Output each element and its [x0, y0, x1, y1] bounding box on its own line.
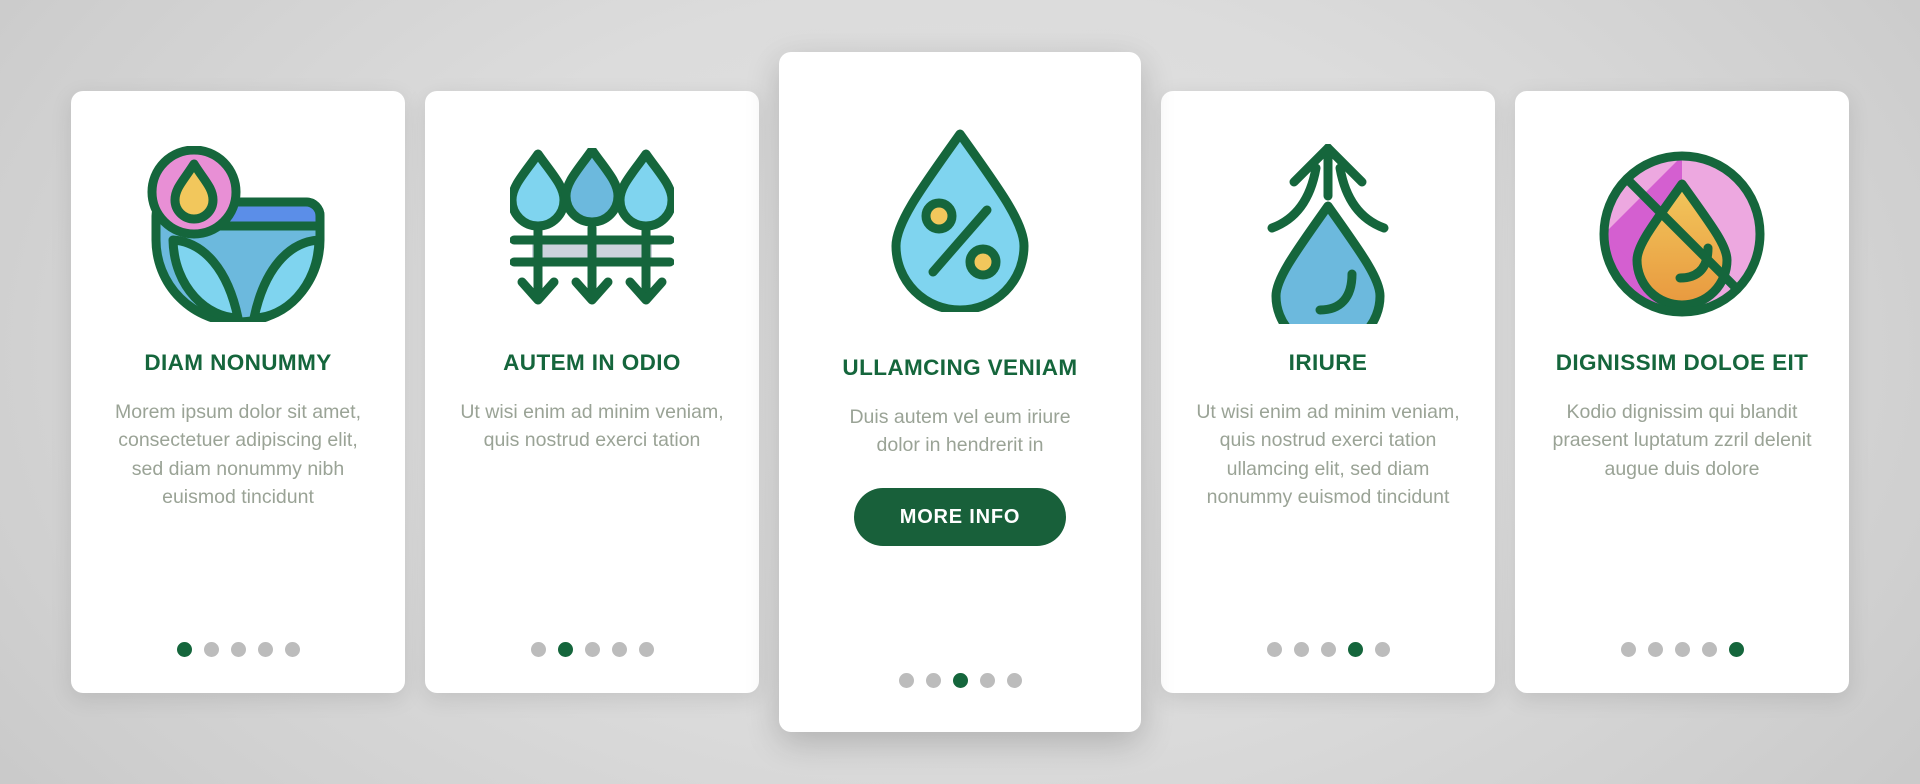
card-body-text: Kodio dignissim qui blandit praesent lup… — [1552, 401, 1812, 480]
more-info-button[interactable]: MORE INFO — [853, 487, 1067, 546]
onboarding-card-2[interactable]: AUTEM IN ODIO Ut wisi enim ad minim veni… — [425, 91, 759, 693]
drops-through-fabric-icon — [449, 119, 735, 349]
card-body-text: Duis autem vel eum iriure dolor in hendr… — [849, 406, 1071, 457]
pagination-dots — [71, 642, 405, 657]
pagination-dot-3[interactable] — [1674, 642, 1690, 657]
pagination-dot-2[interactable] — [557, 642, 573, 657]
pagination-dot-5[interactable] — [1006, 673, 1022, 688]
pagination-dots — [1515, 642, 1849, 657]
pagination-dot-3[interactable] — [1320, 642, 1336, 657]
pagination-dots — [779, 673, 1141, 688]
card-body-text: Morem ipsum dolor sit amet, consectetuer… — [115, 401, 361, 509]
pagination-dot-5[interactable] — [1374, 642, 1390, 657]
card-title: DIGNISSIM DOLOE EIT — [1555, 350, 1809, 375]
onboarding-screens-container: DIAM NONUMMY Morem ipsum dolor sit amet,… — [0, 0, 1920, 784]
card-title: IRIURE — [1288, 350, 1368, 375]
diaper-drop-icon — [95, 119, 381, 349]
pagination-dot-2[interactable] — [925, 673, 941, 688]
no-moisture-drop-icon — [1539, 119, 1825, 349]
pagination-dot-5[interactable] — [638, 642, 654, 657]
pagination-dot-1[interactable] — [1266, 642, 1282, 657]
card-title: DIAM NONUMMY — [144, 350, 332, 375]
evaporating-drop-icon — [1185, 119, 1471, 349]
pagination-dot-5[interactable] — [1728, 642, 1744, 657]
card-title: AUTEM IN ODIO — [503, 350, 681, 375]
pagination-dot-2[interactable] — [1293, 642, 1309, 657]
humidity-percent-drop-icon — [805, 86, 1115, 354]
card-title: ULLAMCING VENIAM — [842, 355, 1078, 380]
pagination-dot-4[interactable] — [1701, 642, 1717, 657]
pagination-dot-4[interactable] — [1347, 642, 1363, 657]
pagination-dot-3[interactable] — [952, 673, 968, 688]
pagination-dot-3[interactable] — [584, 642, 600, 657]
pagination-dot-4[interactable] — [611, 642, 627, 657]
onboarding-card-5[interactable]: DIGNISSIM DOLOE EIT Kodio dignissim qui … — [1515, 91, 1849, 693]
pagination-dot-1[interactable] — [1620, 642, 1636, 657]
pagination-dot-3[interactable] — [230, 642, 246, 657]
pagination-dot-1[interactable] — [176, 642, 192, 657]
pagination-dot-2[interactable] — [1647, 642, 1663, 657]
card-body-text: Ut wisi enim ad minim veniam, quis nostr… — [1196, 401, 1460, 509]
pagination-dot-4[interactable] — [979, 673, 995, 688]
pagination-dots — [425, 642, 759, 657]
pagination-dot-1[interactable] — [530, 642, 546, 657]
pagination-dot-5[interactable] — [284, 642, 300, 657]
pagination-dot-1[interactable] — [898, 673, 914, 688]
pagination-dots — [1161, 642, 1495, 657]
onboarding-card-3-featured[interactable]: ULLAMCING VENIAM Duis autem vel eum iriu… — [779, 52, 1141, 732]
pagination-dot-4[interactable] — [257, 642, 273, 657]
onboarding-card-4[interactable]: IRIURE Ut wisi enim ad minim veniam, qui… — [1161, 91, 1495, 693]
pagination-dot-2[interactable] — [203, 642, 219, 657]
onboarding-card-1[interactable]: DIAM NONUMMY Morem ipsum dolor sit amet,… — [71, 91, 405, 693]
card-body-text: Ut wisi enim ad minim veniam, quis nostr… — [460, 401, 724, 452]
